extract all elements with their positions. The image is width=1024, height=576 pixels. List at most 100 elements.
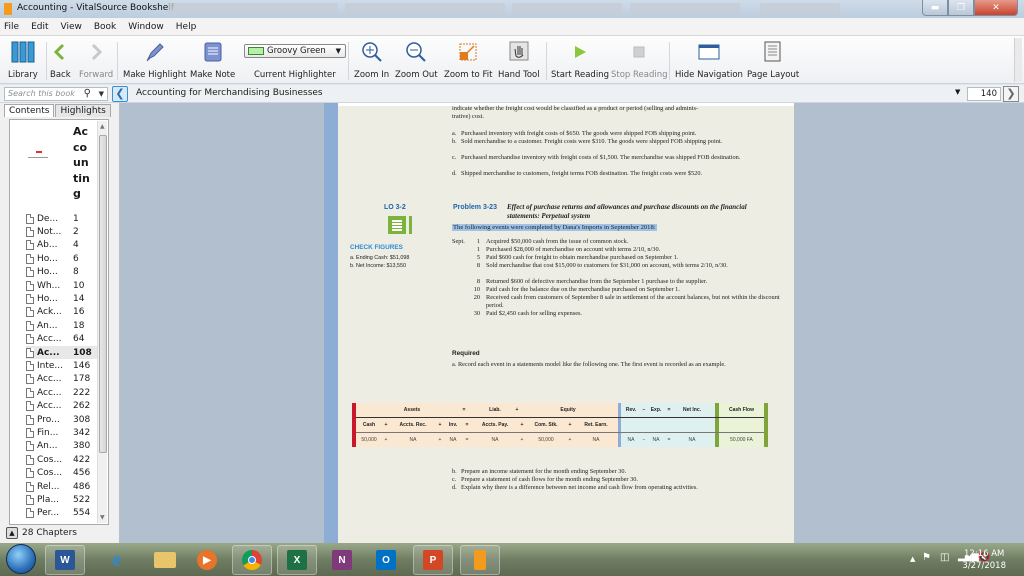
toc-item[interactable]: Cos... 422 — [26, 453, 102, 466]
toc-item[interactable]: Inte... 146 — [26, 359, 102, 372]
toc-item[interactable]: Fin... 342 — [26, 426, 102, 439]
model-value-cell: + — [568, 437, 572, 443]
toc-item[interactable]: Pla... 522 — [26, 493, 102, 506]
toc-item[interactable]: Ho... 14 — [26, 292, 102, 305]
taskbar-internet-explorer[interactable]: e — [97, 545, 137, 575]
chapters-toggle[interactable]: ▲ 28 Chapters — [6, 527, 77, 539]
menu-window[interactable]: Window — [128, 22, 164, 32]
menu-file[interactable]: File — [4, 22, 19, 32]
power-icon[interactable]: ◫ — [940, 552, 949, 563]
scroll-down-icon[interactable]: ▼ — [100, 514, 105, 521]
model-value-cell: NA — [491, 437, 499, 443]
back-button[interactable]: Back — [50, 40, 71, 80]
toc-item[interactable]: Ho... 8 — [26, 266, 102, 279]
page-number-input[interactable]: 140 — [967, 87, 1001, 101]
toolbar-separator — [348, 42, 349, 80]
toc-item[interactable]: Ho... 6 — [26, 252, 102, 265]
check-figures-title: CHECK FIGURES — [350, 244, 403, 251]
start-button[interactable] — [6, 544, 36, 574]
taskbar-powerpoint[interactable]: P — [413, 545, 453, 575]
taskbar-excel[interactable]: X — [277, 545, 317, 575]
toc-list: De... 1 Not... 2 Ab... 4 Ho... 6 Ho... 8 Wh... 10 Ho… — [26, 212, 102, 520]
minimize-button[interactable]: ▬ — [922, 0, 948, 16]
search-input[interactable]: Search this book ⚲ ▼ — [4, 87, 108, 101]
document-icon — [26, 481, 34, 492]
toc-item[interactable]: Ac... 108 — [26, 345, 102, 360]
make-highlight-button[interactable]: Make Highlight — [123, 40, 186, 80]
vitalsource-icon — [474, 550, 486, 570]
zoom-to-fit-button[interactable]: Zoom to Fit — [444, 40, 492, 80]
navigation-bar: Search this book ⚲ ▼ ❮ Accounting for Me… — [0, 85, 1024, 103]
toc-scrollbar[interactable]: ▲ ▼ — [97, 121, 107, 523]
page-layout-button[interactable]: Page Layout — [747, 40, 799, 80]
toc-item[interactable]: Acc... 178 — [26, 373, 102, 386]
toc-item[interactable]: Acc... 222 — [26, 386, 102, 399]
close-button[interactable]: ✕ — [974, 0, 1018, 16]
document-icon — [26, 280, 34, 291]
toc-item[interactable]: Pro... 308 — [26, 413, 102, 426]
expand-icon[interactable]: ▲ — [6, 527, 18, 539]
model-value-cell: NA — [688, 437, 696, 443]
scroll-thumb[interactable] — [99, 135, 107, 453]
library-button[interactable]: Library — [8, 40, 38, 80]
toc-item[interactable]: Acc... 262 — [26, 399, 102, 412]
toc-item[interactable]: Cos... 456 — [26, 466, 102, 479]
toc-item[interactable]: Ab... 4 — [26, 239, 102, 252]
toc-item[interactable]: Per... 554 — [26, 507, 102, 520]
tab-highlights[interactable]: Highlights — [55, 104, 111, 117]
toc-item[interactable]: De... 1 — [26, 212, 102, 225]
taskbar-onenote[interactable]: N — [322, 545, 362, 575]
collapse-sidebar-button[interactable]: ❮ — [112, 86, 128, 102]
make-note-button[interactable]: Make Note — [190, 40, 235, 80]
scroll-up-icon[interactable]: ▲ — [100, 123, 105, 130]
taskbar-media-player[interactable]: ▶ — [187, 545, 227, 575]
toc-item[interactable]: An... 380 — [26, 440, 102, 453]
toc-item[interactable]: Not... 2 — [26, 225, 102, 238]
menu-book[interactable]: Book — [94, 22, 116, 32]
menu-view[interactable]: View — [61, 22, 82, 32]
toc-item[interactable]: Acc... 64 — [26, 333, 102, 346]
taskbar-vitalsource[interactable] — [460, 545, 500, 575]
toc-item[interactable]: An... 18 — [26, 319, 102, 332]
model-value-cell: + — [438, 437, 442, 443]
show-hidden-icons[interactable]: ▲ — [910, 555, 915, 563]
clock[interactable]: 12:16 AM 3/27/2018 — [962, 548, 1006, 572]
zoom-in-button[interactable]: Zoom In — [354, 40, 389, 80]
model-header-cell: Accts. Rec. — [399, 422, 427, 428]
chevron-down-icon: ▼ — [335, 47, 341, 55]
month-label: Sept. — [452, 238, 465, 245]
model-header-cell: + — [384, 422, 388, 428]
menu-help[interactable]: Help — [176, 22, 197, 32]
toc-item[interactable]: Wh... 10 — [26, 279, 102, 292]
document-icon — [26, 294, 34, 305]
tab-contents[interactable]: Contents — [4, 104, 55, 117]
document-icon — [26, 494, 34, 505]
book-title[interactable]: Ac co un tin g — [73, 124, 93, 202]
toolbar-scrollbar[interactable] — [1014, 38, 1022, 82]
chevron-down-icon[interactable]: ▼ — [99, 88, 104, 100]
taskbar-chrome[interactable] — [232, 545, 272, 575]
book-cover-thumbnail[interactable] — [20, 148, 60, 164]
onenote-icon: N — [332, 550, 352, 570]
document-icon — [26, 401, 34, 412]
menu-edit[interactable]: Edit — [31, 22, 48, 32]
taskbar-word[interactable]: W — [45, 545, 85, 575]
document-icon — [26, 227, 34, 238]
action-center-icon[interactable]: ⚑ — [922, 552, 931, 563]
highlighted-text[interactable]: The following events were completed by D… — [452, 224, 657, 231]
stop-reading-button[interactable]: Stop Reading — [611, 40, 668, 80]
start-reading-button[interactable]: Start Reading — [551, 40, 609, 80]
taskbar-outlook[interactable]: O — [366, 545, 406, 575]
next-page-button[interactable]: ❯ — [1003, 86, 1019, 102]
toc-item[interactable]: Rel... 486 — [26, 480, 102, 493]
search-icon[interactable]: ⚲ — [84, 88, 91, 100]
zoom-out-button[interactable]: Zoom Out — [395, 40, 438, 80]
system-tray: ▲ ⚑ ◫ ▂▄▆ 🔇 12:16 AM 3/27/2018 — [854, 543, 1024, 576]
toc-item[interactable]: Ack... 16 — [26, 306, 102, 319]
taskbar-file-explorer[interactable] — [145, 545, 185, 575]
hide-navigation-button[interactable]: Hide Navigation — [675, 40, 743, 80]
page-dropdown-icon[interactable]: ▼ — [955, 88, 960, 96]
restore-button[interactable]: ❐ — [948, 0, 974, 16]
hand-tool-button[interactable]: Hand Tool — [498, 40, 540, 80]
forward-button[interactable]: Forward — [79, 40, 113, 80]
